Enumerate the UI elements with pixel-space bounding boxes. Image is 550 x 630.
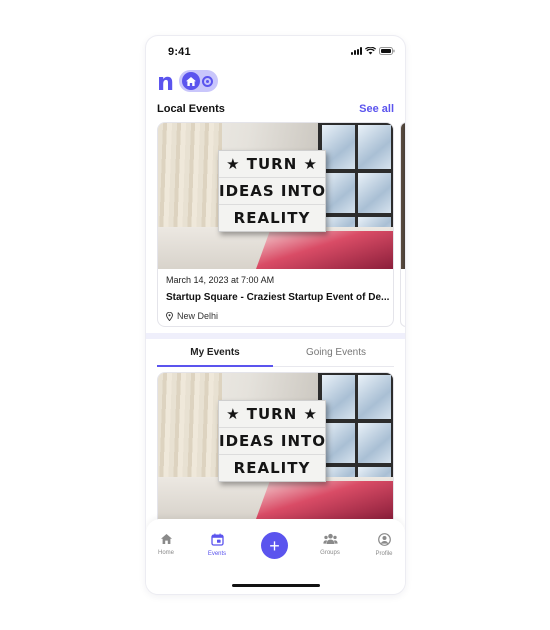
nav-label: Groups [320, 550, 340, 556]
toggle-dot-icon [202, 75, 213, 87]
calendar-icon [210, 533, 224, 546]
add-event-button[interactable]: + [261, 532, 288, 559]
app-logo[interactable]: n [157, 70, 174, 94]
event-title: Startup Square - Craziest Startup Event … [166, 292, 390, 303]
phone-screen: 9:41 n Local Events See all ★ TURN ★ IDE… [146, 36, 405, 594]
plus-icon: + [269, 535, 280, 556]
tab-going-events[interactable]: Going Events [278, 347, 394, 358]
sign-line: IDEAS INTO [219, 178, 325, 205]
see-all-link[interactable]: See all [359, 103, 394, 115]
nav-item-home[interactable]: Home [146, 533, 186, 556]
home-icon [160, 534, 172, 544]
home-indicator [232, 584, 320, 587]
sign-line: IDEAS INTO [219, 428, 325, 455]
event-card[interactable]: ★ TURN ★ IDEAS INTO REALITY March 14, 20… [157, 122, 394, 327]
event-location-text: New Delhi [177, 311, 219, 321]
nav-label: Home [157, 550, 174, 556]
sign-line: ★ TURN ★ [219, 401, 325, 428]
status-time: 9:41 [168, 46, 191, 58]
event-location: New Delhi [166, 311, 218, 321]
sign-line: REALITY [233, 209, 311, 227]
nav-item-profile[interactable]: Profile [364, 533, 404, 557]
battery-icon [379, 47, 395, 55]
home-toggle[interactable] [179, 70, 218, 92]
bottom-nav: Home Events + Groups Profile [146, 519, 405, 594]
signal-icon [351, 47, 362, 55]
status-icons [351, 46, 395, 56]
tab-my-events[interactable]: My Events [157, 347, 273, 358]
lightbox-sign: ★ TURN ★ IDEAS INTO REALITY [218, 150, 326, 232]
nav-label: Events [207, 551, 227, 557]
location-pin-icon [166, 311, 173, 321]
section-title-local-events: Local Events [157, 103, 225, 115]
event-date: March 14, 2023 at 7:00 AM [166, 275, 275, 285]
nav-item-groups[interactable]: Groups [310, 533, 350, 556]
nav-label: Profile [375, 551, 393, 557]
event-image: ★ TURN ★ IDEAS INTO REALITY [158, 373, 393, 519]
section-divider [146, 333, 405, 339]
groups-icon [322, 533, 338, 544]
sign-line: ★ TURN ★ [219, 151, 325, 178]
nav-item-events[interactable]: Events [197, 533, 237, 557]
sign-line: REALITY [233, 459, 311, 477]
profile-icon [377, 533, 391, 546]
my-event-card[interactable]: ★ TURN ★ IDEAS INTO REALITY [157, 372, 394, 532]
event-image: ★ TURN ★ IDEAS INTO REALITY [158, 123, 393, 269]
wifi-icon [365, 47, 376, 55]
next-event-card[interactable] [400, 122, 405, 327]
home-icon [182, 72, 200, 90]
lightbox-sign: ★ TURN ★ IDEAS INTO REALITY [218, 400, 326, 482]
active-tab-indicator [157, 365, 273, 367]
